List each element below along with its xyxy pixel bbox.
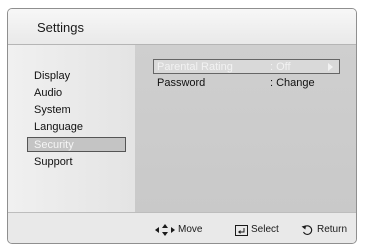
sidebar-item-audio[interactable]: Audio — [27, 86, 127, 101]
title-bar: Settings — [8, 9, 356, 45]
password-label: Password — [157, 77, 206, 89]
return-hint-label: Return — [317, 224, 348, 235]
password-row[interactable]: Password : Change — [153, 76, 343, 91]
move-hint-label: Move — [178, 224, 203, 235]
sidebar-item-security[interactable]: Security — [27, 137, 126, 152]
return-hint: Return — [301, 223, 347, 237]
parental-rating-row[interactable]: Parental Rating : Off — [153, 59, 340, 74]
sidebar-item-display[interactable]: Display — [27, 69, 127, 84]
select-hint-label: Select — [251, 224, 279, 235]
sidebar-item-support[interactable]: Support — [27, 155, 127, 170]
sidebar-item-language[interactable]: Language — [27, 120, 127, 135]
settings-content-panel: Parental Rating : Off Password : Change — [135, 45, 356, 212]
parental-rating-value: : Off — [270, 61, 291, 73]
move-hint: Move — [155, 223, 202, 237]
sidebar-item-system[interactable]: System — [27, 103, 127, 118]
select-hint: Select — [235, 223, 279, 237]
parental-rating-label: Parental Rating — [157, 61, 233, 73]
directional-pad-icon — [155, 224, 175, 236]
page-title: Settings — [37, 20, 84, 35]
arrow-right-icon — [328, 63, 333, 71]
password-value: : Change — [270, 77, 315, 89]
return-icon — [301, 224, 314, 236]
settings-window: Settings Display Audio System Language S… — [7, 8, 357, 244]
enter-icon — [235, 224, 248, 236]
sidebar-menu: Display Audio System Language Security S… — [8, 45, 135, 212]
footer-hint-bar: Move Select Return — [8, 212, 356, 243]
